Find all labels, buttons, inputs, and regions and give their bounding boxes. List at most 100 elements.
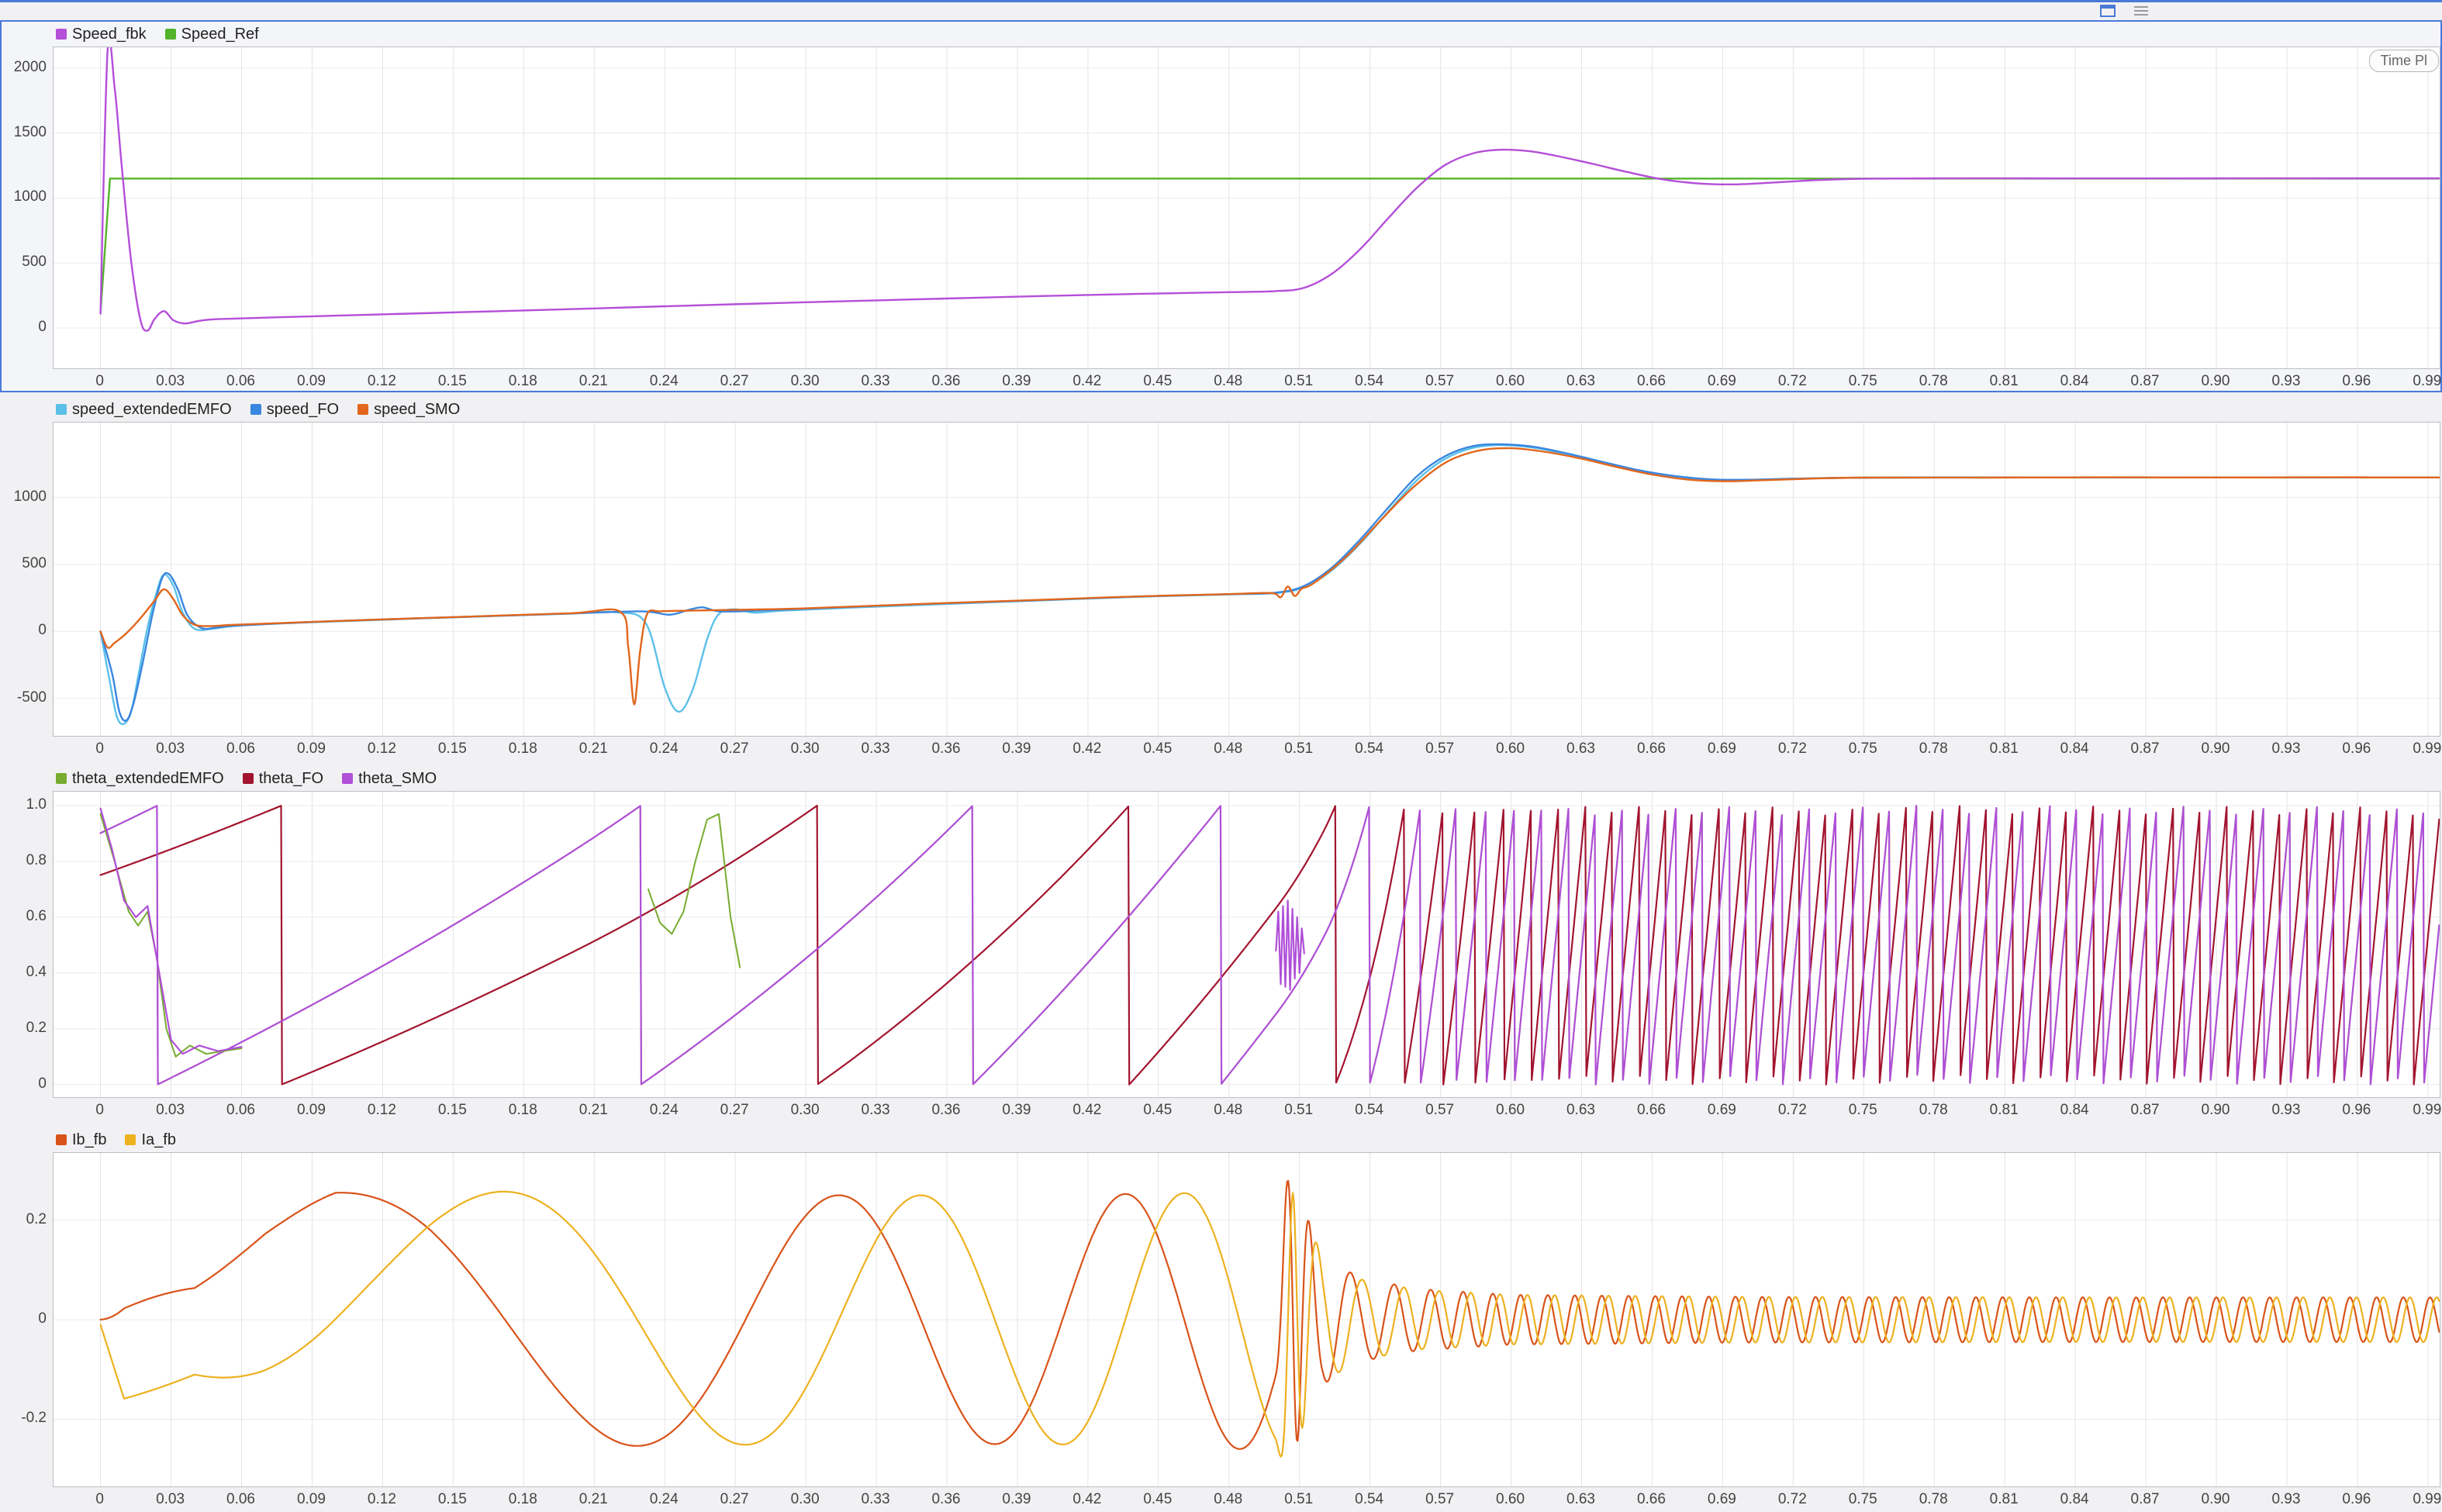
legend-item[interactable]: speed_extendedEMFO (56, 401, 232, 419)
x-tick-label: 0.99 (2413, 373, 2441, 390)
x-tick-label: 0.93 (2271, 1491, 2300, 1508)
y-tick-label: 0.4 (26, 964, 47, 981)
legend-item[interactable]: Ia_fb (125, 1131, 175, 1149)
x-tick-label: 0.03 (156, 740, 185, 758)
x-tick-label: 0.78 (1919, 373, 1948, 390)
x-tick-label: 0.63 (1566, 1491, 1595, 1508)
x-tick-label: 0.06 (226, 1102, 255, 1119)
plot-area-current[interactable] (53, 1152, 2440, 1487)
legend-item[interactable]: speed_FO (250, 401, 339, 419)
x-tick-label: 0.93 (2271, 740, 2300, 758)
x-tick-label: 0.75 (1849, 373, 1877, 390)
legend-item[interactable]: Speed_fbk (56, 26, 147, 43)
plot-area-speed[interactable] (53, 47, 2440, 369)
x-tick-label: 0.84 (2060, 373, 2089, 390)
time-plot-button[interactable]: Time Pl (2369, 50, 2439, 72)
x-tick-label: 0.45 (1143, 1102, 1172, 1119)
x-tick-label: 0.90 (2202, 740, 2230, 758)
x-tick-label: 0.06 (226, 1491, 255, 1508)
x-tick-label: 0.69 (1708, 373, 1736, 390)
x-tick-label: 0.45 (1143, 373, 1172, 390)
legend-item[interactable]: theta_extendedEMFO (56, 770, 224, 788)
y-tick-label: 1500 (14, 124, 47, 141)
y-axis-labels-speed: 0500100015002000 (2, 47, 53, 369)
legend-items: Ib_fb Ia_fb (56, 1131, 176, 1149)
x-tick-label: 0.30 (791, 1491, 820, 1508)
x-tick-label: 0.87 (2131, 1491, 2160, 1508)
x-tick-label: 0.54 (1355, 1102, 1383, 1119)
legend-swatch-icon (125, 1134, 136, 1145)
x-tick-label: 0.63 (1566, 740, 1595, 758)
x-tick-label: 0.81 (1990, 740, 2019, 758)
legend-speed-estimators: speed_extendedEMFO speed_FO speed_SMO (2, 397, 2440, 422)
legend-item[interactable]: speed_SMO (357, 401, 460, 419)
x-tick-label: 0.81 (1990, 1102, 2019, 1119)
plot-area-theta[interactable] (53, 791, 2440, 1098)
window-icon[interactable] (2100, 5, 2116, 21)
x-tick-label: 0.24 (650, 1491, 679, 1508)
x-tick-label: 0.66 (1637, 740, 1666, 758)
x-tick-label: 0.90 (2202, 1491, 2230, 1508)
x-tick-label: 0.12 (368, 373, 396, 390)
x-tick-label: 0.18 (509, 1491, 537, 1508)
y-axis-labels-theta: 00.20.40.60.81.0 (2, 791, 53, 1098)
legend-items: theta_extendedEMFO theta_FO theta_SMO (56, 770, 437, 788)
y-axis-labels-speed-estimators: -50005001000 (2, 422, 53, 737)
legend-label: speed_SMO (374, 401, 460, 419)
x-tick-label: 0.27 (720, 1102, 749, 1119)
x-tick-label: 0.93 (2271, 1102, 2300, 1119)
x-tick-label: 0.45 (1143, 740, 1172, 758)
x-tick-label: 0.36 (931, 740, 960, 758)
x-tick-label: 0.57 (1425, 740, 1454, 758)
x-tick-label: 0.18 (509, 740, 537, 758)
legend-swatch-icon (165, 29, 176, 40)
plot-panel-speed-estimators[interactable]: speed_extendedEMFO speed_FO speed_SMO -500… (0, 395, 2442, 760)
x-tick-label: 0.45 (1143, 1491, 1172, 1508)
menu-icon[interactable] (2134, 5, 2148, 20)
legend-label: Speed_fbk (72, 26, 147, 43)
toolbar-icon-group (2100, 5, 2148, 21)
legend-item[interactable]: theta_SMO (342, 770, 437, 788)
x-tick-label: 0.21 (579, 740, 608, 758)
x-tick-label: 0.66 (1637, 373, 1666, 390)
x-tick-label: 0.78 (1919, 1102, 1948, 1119)
x-axis-labels-current: 00.030.060.090.120.150.180.210.240.270.3… (2, 1487, 2440, 1509)
x-tick-label: 0.15 (438, 1102, 467, 1119)
series-Ib_fb (101, 1181, 2440, 1449)
legend-item[interactable]: Ib_fb (56, 1131, 106, 1149)
x-tick-label: 0.60 (1496, 1491, 1525, 1508)
chart-canvas (54, 423, 2440, 736)
legend-swatch-icon (56, 404, 67, 415)
x-tick-label: 0 (95, 373, 104, 390)
y-tick-label: 500 (22, 555, 47, 572)
x-tick-label: 0.87 (2131, 1102, 2160, 1119)
x-tick-label: 0.57 (1425, 1102, 1454, 1119)
x-tick-label: 0.24 (650, 740, 679, 758)
x-tick-label: 0.84 (2060, 740, 2089, 758)
x-tick-label: 0.48 (1214, 373, 1242, 390)
x-tick-label: 0.48 (1214, 740, 1242, 758)
x-tick-label: 0.66 (1637, 1491, 1666, 1508)
x-tick-label: 0.03 (156, 1491, 185, 1508)
plot-panel-current[interactable]: Ib_fbIa_fb -0.200.2 00.030.060.090.120.1… (0, 1126, 2442, 1510)
x-tick-label: 0.54 (1355, 1491, 1383, 1508)
plot-panel-theta[interactable]: theta_extendedEMFO theta_FO theta_SMO 00.2… (0, 765, 2442, 1121)
plot-panel-speed[interactable]: Speed_fbkSpeed_Ref Time Pl 0500100015002… (0, 20, 2442, 392)
legend-label: Ia_fb (141, 1131, 175, 1149)
legend-item[interactable]: Speed_Ref (165, 26, 259, 43)
legend-item[interactable]: theta_FO (243, 770, 323, 788)
x-tick-label: 0.60 (1496, 740, 1525, 758)
chart-canvas (54, 47, 2440, 368)
legend-items: Speed_fbk Speed_Ref (56, 26, 259, 43)
plot-area-speed-estimators[interactable] (53, 422, 2440, 737)
series-theta_extendedEMFO_transient (101, 814, 741, 1057)
chart-canvas (54, 1153, 2440, 1486)
legend-swatch-icon (357, 404, 368, 415)
y-tick-label: 0.2 (26, 1211, 47, 1228)
x-tick-label: 0.57 (1425, 373, 1454, 390)
y-tick-label: 1000 (14, 188, 47, 205)
legend-swatch-icon (342, 773, 353, 784)
x-tick-label: 0.69 (1708, 1102, 1736, 1119)
top-toolbar (0, 2, 2442, 20)
legend-label: speed_extendedEMFO (72, 401, 232, 419)
